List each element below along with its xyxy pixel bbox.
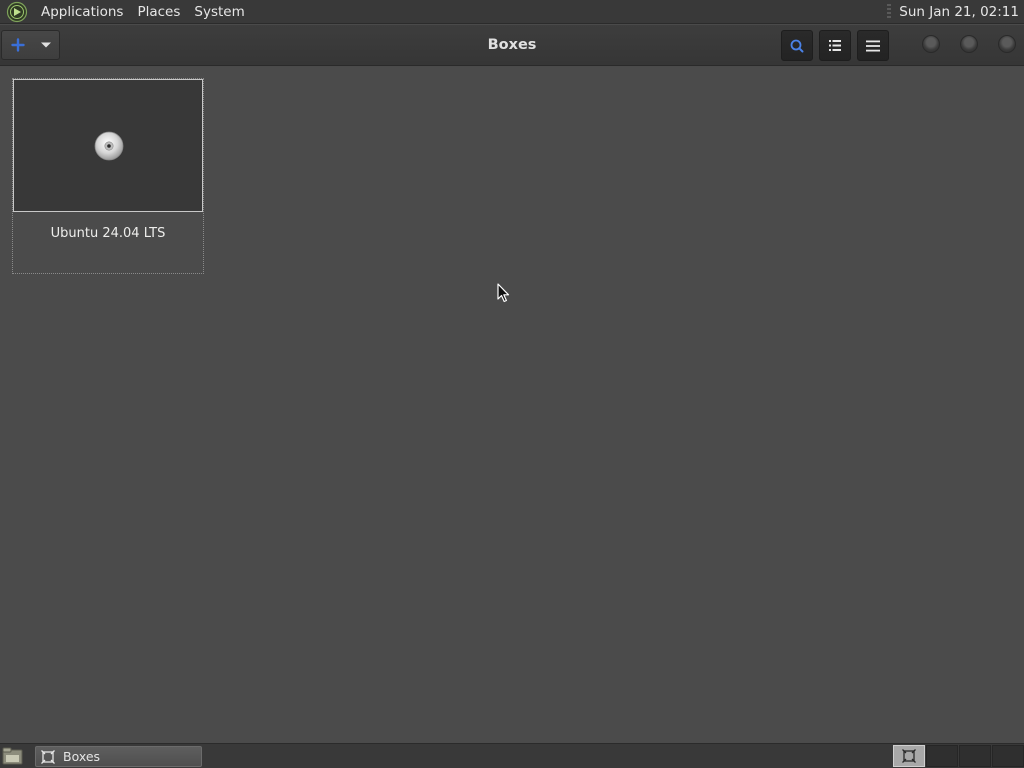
search-icon	[790, 39, 804, 52]
workspace-1[interactable]	[893, 745, 925, 767]
header-bar: Boxes	[0, 25, 1024, 66]
cdrom-disc-icon	[94, 131, 124, 161]
list-view-button[interactable]	[819, 30, 851, 61]
maximize-button[interactable]	[960, 35, 978, 53]
boxes-app-icon	[902, 749, 916, 763]
boxes-collection-view: Ubuntu 24.04 LTS	[0, 67, 1024, 743]
mouse-pointer-icon	[497, 283, 510, 303]
box-name-label: Ubuntu 24.04 LTS	[50, 226, 166, 241]
taskbar-item-boxes[interactable]: Boxes	[35, 746, 202, 767]
minimize-button[interactable]	[922, 35, 940, 53]
new-box-split-button	[1, 30, 60, 60]
plus-icon	[10, 38, 25, 52]
main-menu-button[interactable]	[857, 30, 889, 61]
workspace-2[interactable]	[926, 745, 958, 767]
system-menu[interactable]: System	[187, 4, 251, 20]
close-button[interactable]	[998, 35, 1016, 53]
taskbar-item-label: Boxes	[63, 749, 101, 764]
places-menu[interactable]: Places	[130, 4, 187, 20]
chevron-down-icon	[41, 42, 51, 48]
workspace-4[interactable]	[992, 745, 1024, 767]
mate-logo-icon[interactable]	[6, 1, 28, 23]
list-view-icon	[829, 40, 841, 51]
boxes-app-icon	[41, 749, 55, 764]
hamburger-menu-icon	[866, 40, 880, 51]
show-desktop-icon[interactable]	[2, 747, 24, 766]
top-panel: Applications Places System Sun Jan 21, 0…	[0, 0, 1024, 24]
box-item[interactable]: Ubuntu 24.04 LTS	[12, 78, 204, 274]
bottom-panel: Boxes	[0, 743, 1024, 768]
new-box-button[interactable]	[2, 31, 33, 59]
new-box-menu-button[interactable]	[33, 31, 59, 59]
panel-drag-handle[interactable]	[887, 3, 892, 20]
applications-menu[interactable]: Applications	[34, 4, 130, 20]
clock[interactable]: Sun Jan 21, 02:11	[899, 4, 1024, 20]
search-button[interactable]	[781, 30, 813, 61]
workspace-3[interactable]	[959, 745, 991, 767]
box-thumbnail[interactable]	[13, 79, 203, 212]
